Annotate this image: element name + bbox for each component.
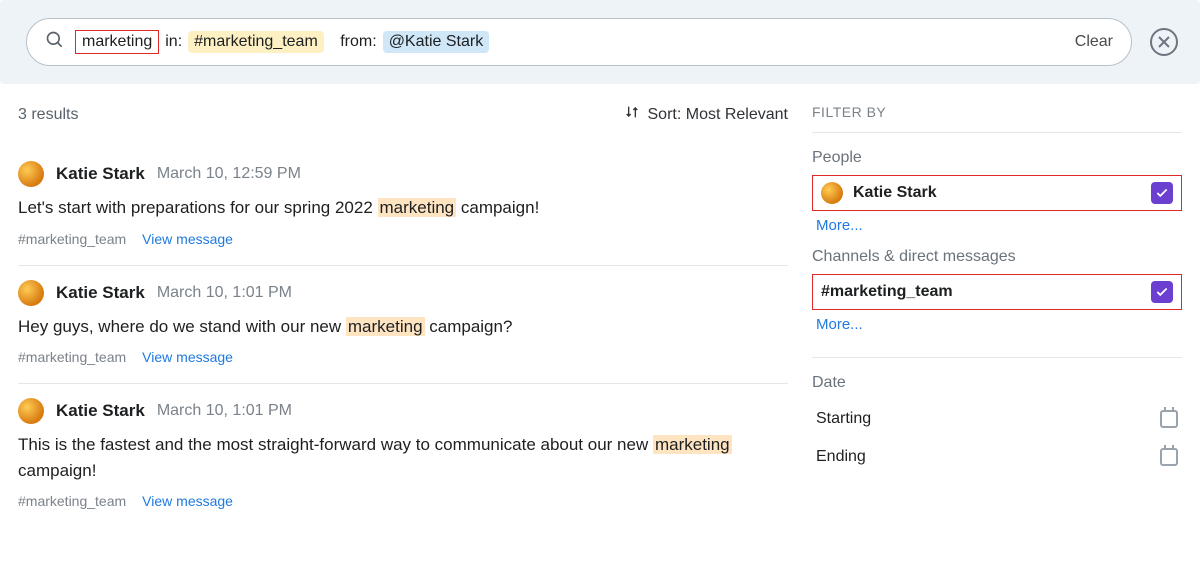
filter-date-label: Date	[812, 374, 1182, 392]
sort-button[interactable]: Sort: Most Relevant	[624, 104, 789, 125]
snippet-post: campaign!	[18, 461, 96, 480]
result-author: Katie Stark	[56, 164, 145, 184]
search-term: marketing	[75, 30, 159, 54]
date-start-row[interactable]: Starting	[812, 400, 1182, 438]
filter-people-name: Katie Stark	[853, 184, 937, 202]
filter-channels-label: Channels & direct messages	[812, 248, 1182, 266]
filter-channel-name: #marketing_team	[821, 283, 953, 301]
results-column: 3 results Sort: Most Relevant Katie Star…	[18, 104, 812, 527]
search-box[interactable]: marketing in: #marketing_team from: @Kat…	[26, 18, 1132, 66]
avatar-icon	[18, 398, 44, 424]
sort-icon	[624, 104, 640, 125]
search-icon	[45, 30, 65, 54]
result-timestamp: March 10, 1:01 PM	[157, 402, 292, 420]
filter-people-item[interactable]: Katie Stark	[812, 175, 1182, 211]
close-search-button[interactable]	[1150, 28, 1178, 56]
snippet-post: campaign!	[456, 198, 539, 217]
results-count: 3 results	[18, 106, 78, 124]
snippet-pre: Let's start with preparations for our sp…	[18, 198, 378, 217]
filter-title: FILTER BY	[812, 104, 1182, 120]
sort-label: Sort: Most Relevant	[648, 106, 789, 124]
avatar-icon	[18, 280, 44, 306]
result-channel: #marketing_team	[18, 349, 126, 365]
search-user-chip[interactable]: @Katie Stark	[383, 31, 490, 53]
search-in-label: in:	[165, 33, 182, 51]
result-channel: #marketing_team	[18, 231, 126, 247]
snippet-highlight: marketing	[378, 198, 457, 217]
search-bar-container: marketing in: #marketing_team from: @Kat…	[0, 0, 1200, 84]
clear-button[interactable]: Clear	[1075, 33, 1113, 51]
view-message-link[interactable]: View message	[142, 493, 233, 509]
channels-more-link[interactable]: More...	[816, 316, 863, 333]
results-list: Katie Stark March 10, 12:59 PM Let's start…	[18, 147, 788, 527]
snippet-post: campaign?	[425, 317, 513, 336]
avatar-icon	[821, 182, 843, 204]
filter-channel-item[interactable]: #marketing_team	[812, 274, 1182, 310]
calendar-icon	[1160, 410, 1178, 428]
filter-people-label: People	[812, 149, 1182, 167]
date-end-label: Ending	[816, 448, 866, 466]
result-author: Katie Stark	[56, 401, 145, 421]
view-message-link[interactable]: View message	[142, 231, 233, 247]
result-timestamp: March 10, 1:01 PM	[157, 284, 292, 302]
result-item: Katie Stark March 10, 1:01 PM Hey guys, wh…	[18, 266, 788, 385]
result-channel: #marketing_team	[18, 493, 126, 509]
filter-sidebar: FILTER BY People Katie Stark More... Cha…	[812, 104, 1182, 527]
people-more-link[interactable]: More...	[816, 217, 863, 234]
result-item: Katie Stark March 10, 1:01 PM This is the …	[18, 384, 788, 527]
result-snippet: Let's start with preparations for our sp…	[18, 195, 788, 221]
checkbox-checked-icon[interactable]	[1151, 281, 1173, 303]
result-snippet: Hey guys, where do we stand with our new…	[18, 314, 788, 340]
result-timestamp: March 10, 12:59 PM	[157, 165, 301, 183]
result-author: Katie Stark	[56, 283, 145, 303]
snippet-pre: This is the fastest and the most straigh…	[18, 435, 653, 454]
search-channel-chip[interactable]: #marketing_team	[188, 31, 324, 53]
snippet-highlight: marketing	[653, 435, 732, 454]
calendar-icon	[1160, 448, 1178, 466]
snippet-pre: Hey guys, where do we stand with our new	[18, 317, 346, 336]
search-query: marketing in: #marketing_team from: @Kat…	[75, 30, 1065, 54]
snippet-highlight: marketing	[346, 317, 425, 336]
avatar-icon	[18, 161, 44, 187]
date-end-row[interactable]: Ending	[812, 438, 1182, 476]
result-item: Katie Stark March 10, 12:59 PM Let's start…	[18, 147, 788, 266]
search-from-label: from:	[340, 33, 376, 51]
view-message-link[interactable]: View message	[142, 349, 233, 365]
checkbox-checked-icon[interactable]	[1151, 182, 1173, 204]
result-snippet: This is the fastest and the most straigh…	[18, 432, 788, 483]
date-start-label: Starting	[816, 410, 871, 428]
